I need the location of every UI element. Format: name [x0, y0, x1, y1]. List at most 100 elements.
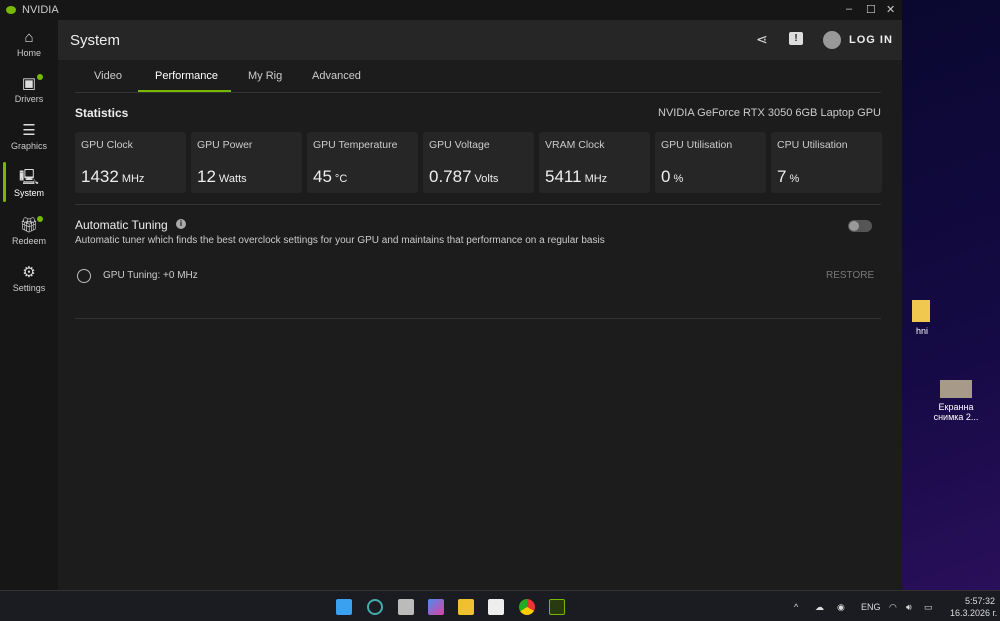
stat-label: GPU Power — [197, 139, 253, 151]
language-indicator[interactable]: ENG — [861, 602, 881, 612]
desktop-icon-screenshot[interactable]: Екранна снимка 2... — [926, 380, 986, 422]
close-button[interactable]: ✕ — [886, 3, 895, 16]
speedometer-icon — [77, 269, 91, 283]
image-icon — [940, 380, 972, 398]
sidebar-item-drivers[interactable]: ▣ Drivers — [0, 74, 58, 104]
stat-value-group: 5411 MHz — [545, 167, 607, 187]
login-button[interactable]: LOG IN — [849, 34, 893, 46]
copilot-icon[interactable] — [428, 599, 444, 615]
stat-unit: Watts — [218, 173, 247, 185]
stat-value-group: 7% — [777, 167, 799, 187]
stat-unit: Volts — [474, 173, 499, 185]
stat-value: 7 — [777, 167, 787, 186]
stat-card: GPU Power 12 Watts — [191, 132, 302, 193]
steam-icon[interactable]: ◉ — [837, 602, 845, 613]
clock-date[interactable]: 16.3.2026 г. — [950, 608, 997, 618]
avatar[interactable] — [823, 31, 841, 49]
start-icon[interactable] — [336, 599, 352, 615]
stat-label: GPU Voltage — [429, 139, 490, 151]
minimize-button[interactable]: – — [846, 3, 852, 15]
sidebar-item-label: Home — [16, 48, 41, 58]
desktop-icon-label: Екранна снимка 2... — [933, 402, 979, 422]
stat-card: GPU Temperature 45 °C — [307, 132, 418, 193]
stat-value: 0 — [661, 167, 671, 186]
auto-tuning-heading: Automatic Tuning — [75, 218, 168, 232]
notification-dot — [37, 216, 43, 222]
stat-value-group: 12 Watts — [197, 167, 247, 187]
gpu-tuning-value: GPU Tuning: +0 MHz — [103, 270, 198, 281]
stat-value: 5411 — [545, 167, 582, 186]
chevron-up-icon[interactable]: ^ — [794, 602, 798, 612]
stat-label: GPU Utilisation — [661, 139, 733, 151]
stat-unit: MHz — [584, 173, 608, 185]
stat-value: 12 — [197, 167, 216, 186]
folder-icon — [912, 300, 930, 322]
stat-card: CPU Utilisation 7% — [771, 132, 882, 193]
sliders-icon: ☰ — [22, 122, 36, 139]
stat-card: GPU Clock 1432 MHz — [75, 132, 186, 193]
sidebar-item-redeem[interactable]: 🎁︎ Redeem — [0, 216, 58, 246]
store-icon[interactable] — [488, 599, 504, 615]
sidebar-item-label: System — [13, 188, 44, 198]
task-view-icon[interactable] — [398, 599, 414, 615]
stat-label: CPU Utilisation — [777, 139, 848, 151]
nvidia-app-window: NVIDIA – ☐ ✕ ⌂ Home ▣ Drivers ☰ Graphics 🖳 S… — [0, 0, 902, 590]
stat-label: GPU Clock — [81, 139, 133, 151]
chrome-icon[interactable] — [519, 599, 535, 615]
tab-advanced[interactable]: Advanced — [312, 70, 361, 82]
maximize-button[interactable]: ☐ — [866, 3, 876, 16]
stat-label: GPU Temperature — [313, 139, 398, 151]
system-icon: 🖳 — [18, 169, 39, 186]
notification-dot — [37, 74, 43, 80]
sidebar-item-system[interactable]: 🖳 System — [0, 168, 58, 198]
sidebar-item-label: Redeem — [11, 236, 47, 246]
stat-unit: % — [673, 173, 684, 185]
drivers-icon: ▣ — [21, 75, 37, 92]
tab-my-rig[interactable]: My Rig — [248, 70, 282, 82]
wifi-icon[interactable]: ◠ — [889, 602, 897, 613]
cloud-icon[interactable]: ☁ — [815, 602, 824, 613]
stat-value-group: 0.787 Volts — [429, 167, 498, 187]
auto-tuning-toggle[interactable] — [848, 220, 872, 232]
stat-unit: % — [789, 173, 800, 185]
file-explorer-icon[interactable] — [458, 599, 474, 615]
share-icon[interactable]: ⋖ — [756, 31, 768, 48]
auto-tuning-description: Automatic tuner which finds the best ove… — [75, 235, 605, 246]
desktop-icon-label: hni — [915, 326, 928, 336]
app-title: NVIDIA — [22, 4, 59, 16]
gift-icon: 🎁︎ — [19, 217, 39, 234]
search-icon[interactable] — [367, 599, 383, 615]
stat-value: 45 — [313, 167, 332, 186]
statistics-heading: Statistics — [75, 106, 129, 120]
sidebar-item-graphics[interactable]: ☰ Graphics — [0, 121, 58, 151]
page-title: System — [70, 32, 121, 49]
title-bar: NVIDIA – ☐ ✕ — [0, 0, 902, 20]
divider — [75, 318, 881, 319]
feedback-icon[interactable]: ! — [789, 32, 803, 45]
volume-icon[interactable]: 🔊︎ — [906, 602, 912, 613]
stat-label: VRAM Clock — [545, 139, 605, 151]
stat-unit: °C — [334, 173, 348, 185]
tab-video[interactable]: Video — [94, 70, 122, 82]
home-icon: ⌂ — [24, 29, 34, 46]
desktop: hni Екранна снимка 2... — [902, 0, 1000, 590]
battery-icon[interactable]: ▭ — [924, 602, 933, 613]
info-icon[interactable]: i — [176, 219, 186, 229]
stat-value-group: 0% — [661, 167, 683, 187]
stat-card: GPU Utilisation 0% — [655, 132, 766, 193]
divider — [75, 204, 881, 205]
clock-time[interactable]: 5:57:32 — [965, 596, 995, 606]
nvidia-logo-icon — [6, 6, 16, 14]
sidebar-item-label: Drivers — [14, 94, 44, 104]
sidebar-item-label: Settings — [12, 283, 46, 293]
taskbar: ^ ☁ ◉ ENG ◠ 🔊︎ ▭ 5:57:32 16.3.2026 г. — [0, 590, 1000, 621]
tab-performance[interactable]: Performance — [155, 70, 218, 82]
sidebar-item-settings[interactable]: ⚙ Settings — [0, 263, 58, 293]
nvidia-taskbar-icon[interactable] — [549, 599, 565, 615]
stat-value: 1432 — [81, 167, 119, 186]
sidebar: ⌂ Home ▣ Drivers ☰ Graphics 🖳 System 🎁︎ Redee… — [0, 20, 58, 590]
page-header: System ⋖ ! LOG IN — [58, 20, 902, 60]
sidebar-item-home[interactable]: ⌂ Home — [0, 28, 58, 58]
restore-button[interactable]: RESTORE — [826, 270, 874, 281]
tab-bar: Video Performance My Rig Advanced — [75, 60, 881, 93]
